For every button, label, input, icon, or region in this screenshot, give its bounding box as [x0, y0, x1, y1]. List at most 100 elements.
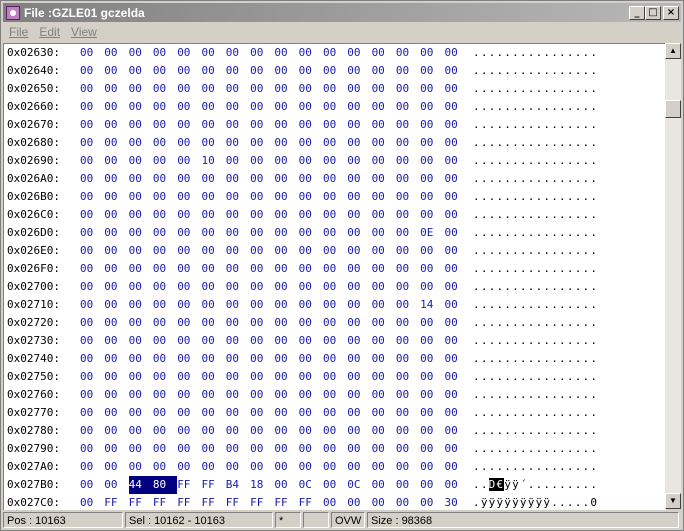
- hex-byte[interactable]: FF: [226, 494, 250, 510]
- hex-byte[interactable]: 00: [444, 44, 468, 62]
- hex-byte[interactable]: 00: [226, 98, 250, 116]
- hex-byte[interactable]: 00: [80, 440, 104, 458]
- hex-byte[interactable]: 00: [323, 494, 347, 510]
- hex-byte[interactable]: 00: [299, 188, 323, 206]
- hex-byte[interactable]: 00: [153, 134, 177, 152]
- hex-byte[interactable]: 00: [250, 458, 274, 476]
- hex-byte[interactable]: 00: [372, 476, 396, 494]
- hex-byte[interactable]: 00: [444, 152, 468, 170]
- hex-byte[interactable]: 00: [444, 386, 468, 404]
- hex-byte[interactable]: 00: [80, 422, 104, 440]
- hex-byte[interactable]: 00: [396, 386, 420, 404]
- row-ascii[interactable]: ................: [473, 116, 598, 134]
- hex-byte[interactable]: 00: [347, 314, 371, 332]
- hex-byte[interactable]: 00: [201, 206, 225, 224]
- hex-byte[interactable]: FF: [129, 494, 153, 510]
- hex-byte[interactable]: 00: [274, 296, 298, 314]
- hex-byte[interactable]: 00: [104, 458, 128, 476]
- hex-byte[interactable]: 00: [274, 422, 298, 440]
- hex-byte[interactable]: FF: [153, 494, 177, 510]
- ascii-selection[interactable]: D€: [488, 478, 505, 491]
- hex-byte[interactable]: 00: [372, 170, 396, 188]
- hex-byte[interactable]: 00: [323, 134, 347, 152]
- close-button[interactable]: ×: [663, 5, 679, 20]
- hex-byte[interactable]: 00: [299, 206, 323, 224]
- hex-byte[interactable]: 00: [396, 422, 420, 440]
- hex-byte[interactable]: 00: [201, 422, 225, 440]
- hex-byte[interactable]: 00: [372, 152, 396, 170]
- hex-byte[interactable]: 00: [372, 44, 396, 62]
- row-bytes[interactable]: 00 00 00 00 00 00 00 00 00 00 00 00 00 00 00 00: [80, 116, 469, 134]
- hex-byte[interactable]: 00: [444, 188, 468, 206]
- hex-byte[interactable]: 00: [347, 224, 371, 242]
- hex-byte[interactable]: 00: [323, 152, 347, 170]
- hex-byte[interactable]: 00: [129, 386, 153, 404]
- hex-byte[interactable]: 00: [80, 242, 104, 260]
- hex-byte[interactable]: 00: [153, 404, 177, 422]
- hex-byte[interactable]: 00: [250, 422, 274, 440]
- hex-byte[interactable]: 00: [250, 152, 274, 170]
- hex-byte[interactable]: 00: [420, 98, 444, 116]
- hex-byte[interactable]: 00: [372, 242, 396, 260]
- hex-byte[interactable]: 00: [80, 368, 104, 386]
- hex-byte[interactable]: 00: [80, 494, 104, 510]
- row-ascii[interactable]: ................: [473, 152, 598, 170]
- hex-byte[interactable]: 00: [250, 350, 274, 368]
- hex-byte[interactable]: 00: [201, 386, 225, 404]
- hex-byte[interactable]: 00: [444, 206, 468, 224]
- hex-byte[interactable]: 00: [250, 80, 274, 98]
- hex-byte[interactable]: 00: [323, 170, 347, 188]
- hex-byte[interactable]: 00: [396, 62, 420, 80]
- hex-byte[interactable]: 00: [420, 134, 444, 152]
- hex-byte[interactable]: 00: [104, 404, 128, 422]
- hex-byte[interactable]: 00: [153, 332, 177, 350]
- hex-byte[interactable]: 00: [323, 80, 347, 98]
- hex-byte[interactable]: 00: [129, 62, 153, 80]
- hex-byte[interactable]: 00: [323, 242, 347, 260]
- hex-byte[interactable]: 00: [250, 332, 274, 350]
- hex-byte[interactable]: 00: [153, 458, 177, 476]
- hex-byte[interactable]: 00: [323, 224, 347, 242]
- hex-byte[interactable]: 00: [396, 476, 420, 494]
- hex-byte[interactable]: 00: [226, 134, 250, 152]
- hex-byte[interactable]: 00: [226, 62, 250, 80]
- row-ascii[interactable]: ................: [473, 80, 598, 98]
- hex-byte[interactable]: 00: [226, 350, 250, 368]
- hex-byte[interactable]: 00: [250, 386, 274, 404]
- row-ascii[interactable]: ................: [473, 260, 598, 278]
- hex-byte[interactable]: 00: [177, 224, 201, 242]
- hex-byte[interactable]: 00: [129, 152, 153, 170]
- hex-byte[interactable]: 00: [396, 116, 420, 134]
- hex-byte[interactable]: 00: [153, 440, 177, 458]
- hex-byte[interactable]: 00: [80, 476, 104, 494]
- hex-byte[interactable]: 00: [396, 332, 420, 350]
- row-ascii[interactable]: ................: [473, 386, 598, 404]
- hex-byte[interactable]: 00: [444, 422, 468, 440]
- row-bytes[interactable]: 00 00 00 00 00 00 00 00 00 00 00 00 00 00 00 00: [80, 458, 469, 476]
- hex-byte[interactable]: 00: [323, 296, 347, 314]
- hex-byte[interactable]: 00: [420, 350, 444, 368]
- hex-byte[interactable]: 00: [274, 314, 298, 332]
- hex-byte[interactable]: 00: [347, 404, 371, 422]
- hex-view[interactable]: 0x02630: 00 00 00 00 00 00 00 00 00 00 00 00 00 00 00 00…: [3, 43, 666, 510]
- hex-byte[interactable]: 00: [226, 404, 250, 422]
- hex-byte[interactable]: 30: [444, 494, 468, 510]
- hex-byte[interactable]: 00: [104, 350, 128, 368]
- hex-byte[interactable]: 00: [80, 188, 104, 206]
- hex-byte[interactable]: 00: [299, 314, 323, 332]
- hex-byte[interactable]: 00: [372, 440, 396, 458]
- hex-byte[interactable]: 00: [372, 332, 396, 350]
- hex-byte[interactable]: 00: [420, 476, 444, 494]
- hex-byte[interactable]: 00: [396, 44, 420, 62]
- hex-byte[interactable]: 00: [153, 224, 177, 242]
- row-bytes[interactable]: 00 00 00 00 00 00 00 00 00 00 00 00 00 00 00 00: [80, 278, 469, 296]
- hex-byte[interactable]: 00: [274, 188, 298, 206]
- title-bar[interactable]: File :GZLE01 gczelda _ □ ×: [3, 3, 681, 22]
- hex-byte[interactable]: 00: [299, 368, 323, 386]
- hex-byte[interactable]: 00: [226, 386, 250, 404]
- row-ascii[interactable]: ..D€ÿÿ´.........: [473, 476, 598, 494]
- hex-byte[interactable]: 00: [226, 242, 250, 260]
- hex-byte[interactable]: 00: [104, 62, 128, 80]
- hex-byte[interactable]: 00: [444, 332, 468, 350]
- hex-byte[interactable]: 00: [323, 368, 347, 386]
